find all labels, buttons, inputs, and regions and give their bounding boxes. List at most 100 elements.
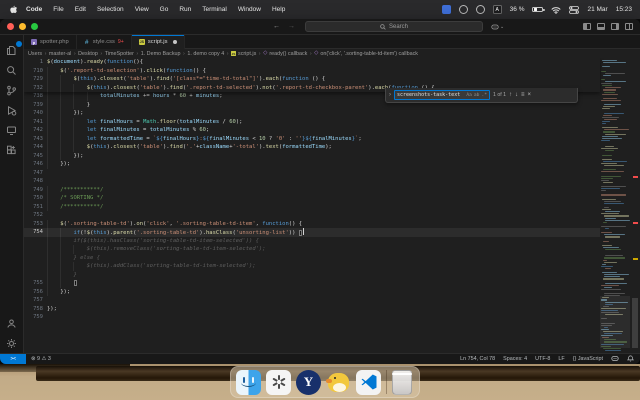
code-line[interactable]: 749 /***********/ [24,186,600,195]
ghost-suggestion-line[interactable]: if($(this).hasClass('sorting-table-td-it… [24,237,600,246]
sidebar-item-run-debug[interactable] [2,100,22,120]
menu-item-selection[interactable]: Selection [97,6,124,13]
battery-icon[interactable] [532,7,543,13]
encoding-indicator[interactable]: UTF-8 [535,356,550,362]
menu-item-window[interactable]: Window [238,6,261,13]
ghost-suggestion-line[interactable]: } else { [24,254,600,263]
dock-icon-finder[interactable] [236,370,261,395]
wifi-icon[interactable] [551,5,561,15]
find-previous-button[interactable]: ↑ [509,92,512,98]
sidebar-item-extensions[interactable] [2,140,22,160]
dock-icon-gpt[interactable] [266,370,291,395]
battery-percent[interactable]: 36 % [510,6,525,13]
vertical-scrollbar[interactable] [630,58,640,353]
code-lines[interactable]: 738 totalMinutes += hours * 60 + minutes… [24,92,600,322]
code-line[interactable]: 757 [24,296,600,305]
eol-indicator[interactable]: LF [558,356,564,362]
menu-date[interactable]: 21 Mar [587,6,607,13]
code-line[interactable]: 1$(document).ready(function(){ [24,58,600,67]
sidebar-item-remote-explorer[interactable] [2,120,22,140]
code-line[interactable]: 751 /***********/ [24,203,600,212]
sidebar-item-search[interactable] [2,60,22,80]
menu-item-terminal[interactable]: Terminal [202,6,227,13]
breadcrumb-item[interactable]: Desktop [78,51,98,57]
find-close-button[interactable]: × [528,92,532,98]
dock-icon-trash[interactable] [392,370,412,395]
ghost-suggestion-line[interactable]: } [24,271,600,280]
code-line[interactable]: 755 } [24,279,600,288]
menu-extra-icon-2[interactable] [476,5,485,14]
code-line[interactable]: 747 [24,169,600,178]
menu-item-help[interactable]: Help [272,6,285,13]
input-source-icon[interactable]: A [493,5,502,14]
remote-indicator[interactable]: >< [0,354,26,365]
breadcrumb-item[interactable]: JSscript.js [231,51,256,57]
code-line[interactable]: 746 }); [24,160,600,169]
dock-icon-code[interactable] [356,370,381,395]
dock-icon-duck[interactable] [326,370,351,395]
minimize-window-button[interactable] [19,23,26,30]
problems-indicator[interactable]: ⊗ 9 ⚠ 3 [31,356,51,362]
tab-style.css[interactable]: #style.css9+ [77,35,132,49]
code-line[interactable]: 740 }); [24,109,600,118]
ghost-suggestion-line[interactable]: $(this).removeClass('sorting-table-td-it… [24,245,600,254]
code-line[interactable]: 741 let finalHours = Math.floor(totalMin… [24,118,600,127]
settings-gear-icon[interactable] [2,333,22,353]
dock-icon-y[interactable]: Y [296,370,321,395]
indentation-indicator[interactable]: Spaces: 4 [503,356,527,362]
breadcrumb-item[interactable]: ◇on('click', '.sorting-table-td-item') c… [314,51,418,57]
nav-back-button[interactable]: ← [273,23,280,30]
code-line[interactable]: 744 $(this).closest('table').find('.'+cl… [24,143,600,152]
breadcrumb-item[interactable]: TimeSpotter [105,51,134,57]
match-case-toggle[interactable]: Aa [466,93,472,98]
breadcrumb-item[interactable]: Users [28,51,42,57]
sidebar-item-source-control[interactable] [2,80,22,100]
sticky-scroll[interactable]: 1$(document).ready(function(){710 $('.re… [24,58,600,92]
language-mode-indicator[interactable]: {} JavaScript [573,356,603,362]
code-line[interactable]: 758}); [24,305,600,314]
code-line[interactable]: 754 if(!$(this).parent('.sorting-table-t… [24,228,600,237]
regex-toggle[interactable]: .* [481,93,487,98]
code-editor[interactable]: 738 totalMinutes += hours * 60 + minutes… [24,58,640,353]
apple-menu-icon[interactable] [8,5,18,15]
tab-script.js[interactable]: JSscript.js [132,35,185,49]
menu-item-code[interactable]: Code [26,6,42,13]
code-line[interactable]: 729 $(this).closest('table').find('[clas… [24,75,600,84]
find-in-selection-button[interactable]: ≡ [521,92,525,98]
menu-item-go[interactable]: Go [160,6,169,13]
find-input[interactable]: screenshots-task-text Aa ab .* [394,90,490,100]
breadcrumb-item[interactable]: 1. demo copy 4 [187,51,224,57]
nav-forward-button[interactable]: → [288,23,295,30]
code-line[interactable]: 743 let formattedTime = `${finalHours}:$… [24,135,600,144]
breadcrumb-item[interactable]: ◇ready() callback [263,51,307,57]
toggle-panel-button[interactable] [597,23,605,30]
copilot-menu-button[interactable]: ⌄ [491,23,504,31]
unsaved-dot[interactable] [173,40,177,44]
zoom-window-button[interactable] [31,23,38,30]
code-line[interactable]: 756 }); [24,288,600,297]
find-next-button[interactable]: ↓ [515,92,518,98]
accounts-icon[interactable] [2,313,22,333]
command-center-search[interactable]: Search [305,21,483,32]
ghost-suggestion-line[interactable]: $(this).addClass('sorting-table-td-item-… [24,262,600,271]
menu-extra-app-icon[interactable] [442,5,451,14]
code-line[interactable]: 748 [24,177,600,186]
tab-spotter.php[interactable]: pspotter.php [24,35,77,49]
code-line[interactable]: 759 [24,313,600,322]
toggle-replace-chevron[interactable]: › [389,92,391,98]
code-line[interactable]: 753 $('.sorting-table-td').on('click', '… [24,220,600,229]
close-window-button[interactable] [7,23,14,30]
code-line[interactable]: 752 [24,211,600,220]
cursor-position-indicator[interactable]: Ln 754, Col 78 [460,356,495,362]
menu-item-view[interactable]: View [135,6,149,13]
customize-layout-button[interactable] [625,23,633,30]
breadcrumb-item[interactable]: 1. Demo Backup [141,51,181,57]
code-line[interactable]: 742 let finalMinutes = totalMinutes % 60… [24,126,600,135]
menu-time[interactable]: 15:23 [616,6,632,13]
menu-extra-icon-1[interactable] [459,5,468,14]
sidebar-item-explorer[interactable] [2,40,22,60]
toggle-secondary-sidebar-button[interactable] [611,23,619,30]
menu-item-run[interactable]: Run [179,6,191,13]
breadcrumb-item[interactable]: master-al [49,51,71,57]
menu-item-edit[interactable]: Edit [75,6,86,13]
